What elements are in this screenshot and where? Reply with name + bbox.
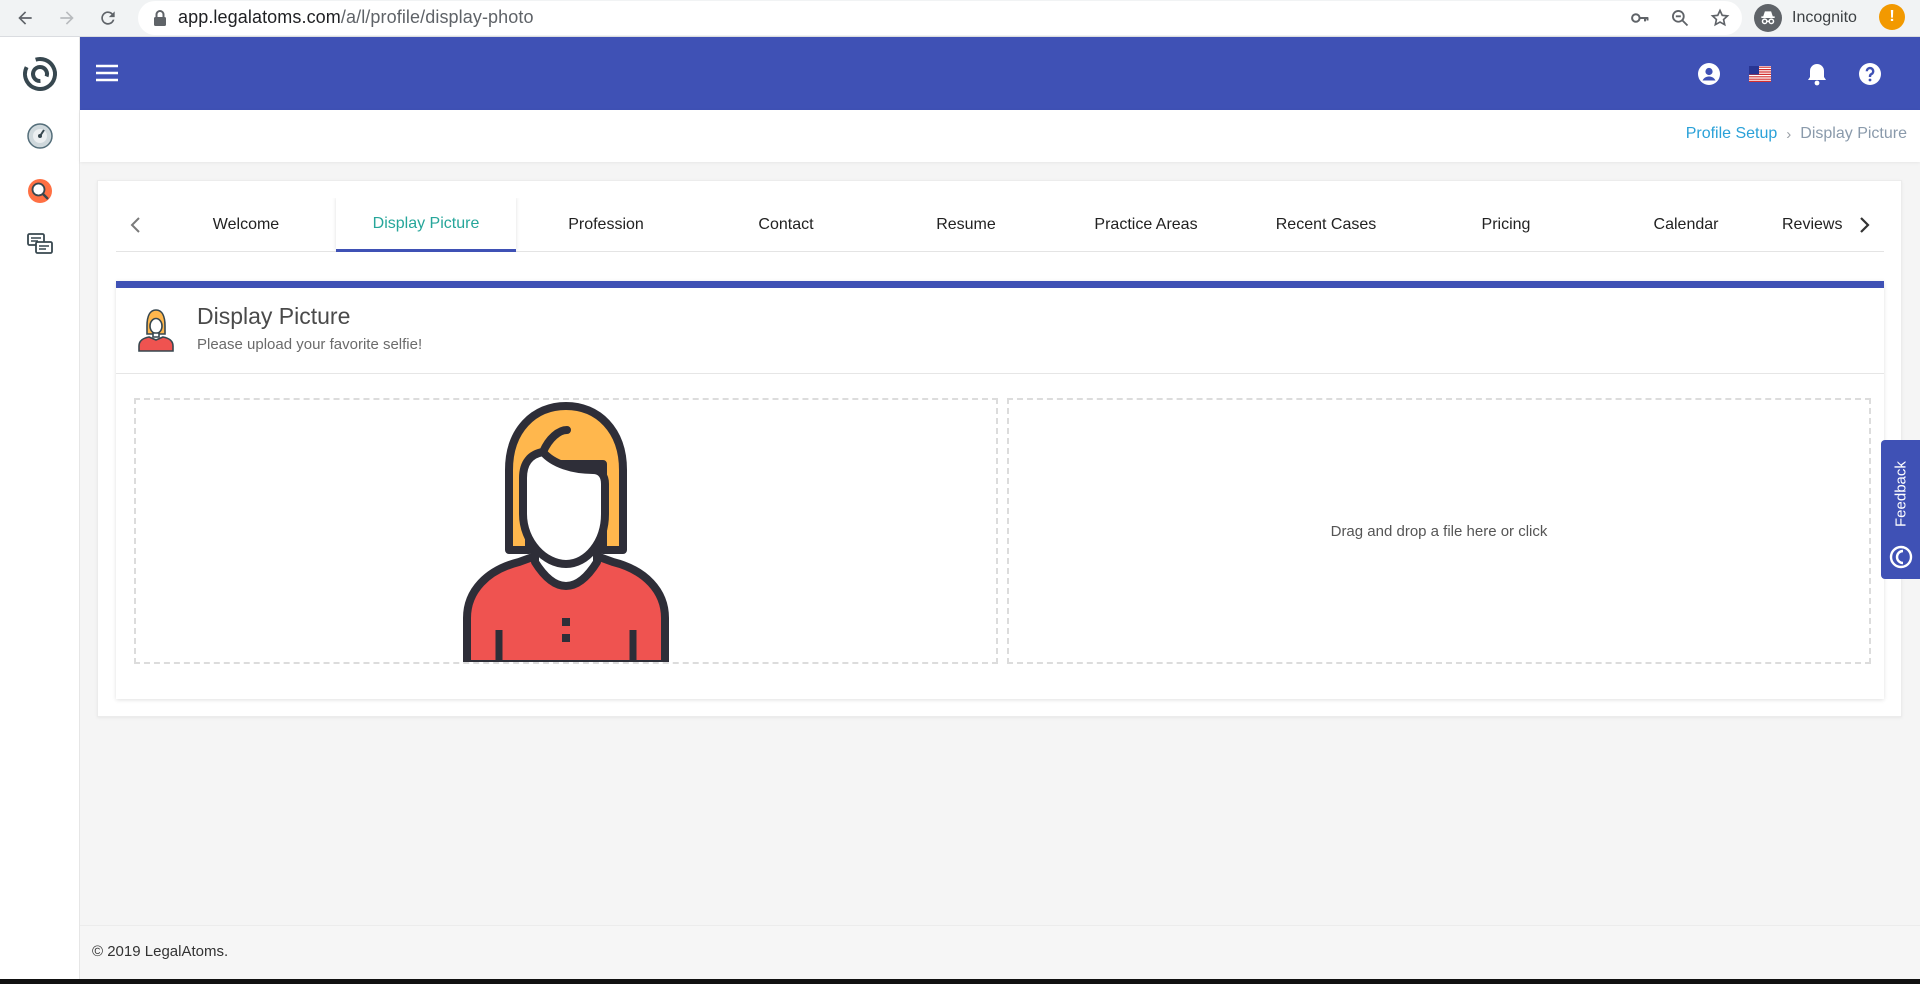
feedback-icon (1889, 545, 1913, 569)
star-icon[interactable] (1708, 6, 1732, 30)
panel-subtitle: Please upload your favorite selfie! (197, 336, 423, 353)
incognito-icon (1754, 4, 1782, 32)
tab-resume[interactable]: Resume (876, 198, 1056, 252)
feedback-label: Feedback (1892, 461, 1910, 527)
tab-reviews[interactable]: Reviews (1776, 198, 1844, 252)
left-sidebar (0, 37, 80, 979)
breadcrumb-separator: › (1786, 125, 1792, 143)
tab-practice-areas[interactable]: Practice Areas (1056, 198, 1236, 252)
dashboard-gauge-icon[interactable] (24, 120, 56, 152)
incognito-indicator[interactable]: Incognito (1754, 1, 1876, 35)
tab-recent-cases[interactable]: Recent Cases (1236, 198, 1416, 252)
tab-display-picture[interactable]: Display Picture (336, 198, 516, 252)
breadcrumb-current: Display Picture (1800, 125, 1907, 142)
incognito-label: Incognito (1792, 9, 1857, 26)
chat-messages-icon[interactable] (24, 228, 56, 260)
reload-icon[interactable] (92, 2, 124, 34)
account-icon[interactable] (1694, 59, 1724, 89)
display-picture-panel: Display Picture Please upload your favor… (116, 281, 1884, 699)
file-dropzone[interactable]: Drag and drop a file here or click (1007, 398, 1871, 664)
tab-calendar[interactable]: Calendar (1596, 198, 1776, 252)
os-taskbar-edge (0, 979, 1920, 984)
page-footer: © 2019 LegalAtoms. (80, 925, 1920, 979)
breadcrumb-profile-setup[interactable]: Profile Setup (1686, 125, 1778, 143)
browser-alert-icon[interactable]: ! (1879, 4, 1905, 30)
us-flag-icon[interactable] (1745, 59, 1775, 89)
notifications-bell-icon[interactable] (1802, 59, 1832, 89)
legalatoms-logo[interactable] (20, 54, 60, 94)
tab-contact[interactable]: Contact (696, 198, 876, 252)
tab-profession[interactable]: Profession (516, 198, 696, 252)
tab-welcome[interactable]: Welcome (156, 198, 336, 252)
address-bar[interactable]: app.legalatoms.com/a/l/profile/display-p… (138, 1, 1742, 35)
dropzone-text: Drag and drop a file here or click (1330, 522, 1548, 540)
help-icon[interactable] (1855, 59, 1885, 89)
app-header (80, 37, 1920, 110)
url-text: app.legalatoms.com/a/l/profile/display-p… (178, 7, 534, 27)
breadcrumb: Profile Setup › Display Picture (80, 110, 1920, 162)
tab-pricing[interactable]: Pricing (1416, 198, 1596, 252)
panel-title: Display Picture (197, 303, 351, 329)
copyright-text: © 2019 LegalAtoms. (92, 943, 229, 960)
lock-icon (154, 10, 166, 26)
zoom-icon[interactable] (1668, 6, 1692, 30)
default-avatar-image (463, 402, 669, 662)
forward-arrow-icon[interactable] (51, 2, 83, 34)
panel-header: Display Picture Please upload your favor… (116, 288, 1884, 374)
photo-preview-area (134, 398, 998, 664)
back-arrow-icon[interactable] (9, 2, 41, 34)
tabs-prev-arrow-icon[interactable] (116, 198, 156, 251)
menu-icon[interactable] (90, 56, 124, 90)
tabs-next-arrow-icon[interactable] (1844, 198, 1884, 251)
feedback-button[interactable]: Feedback (1881, 440, 1920, 579)
profile-tabs: Welcome Display Picture Profession Conta… (116, 198, 1884, 252)
browser-toolbar: app.legalatoms.com/a/l/profile/display-p… (0, 0, 1920, 37)
user-avatar-icon (138, 309, 174, 352)
profile-setup-card: Welcome Display Picture Profession Conta… (97, 180, 1902, 717)
profile-search-icon[interactable] (24, 175, 56, 207)
key-icon[interactable] (1628, 6, 1652, 30)
